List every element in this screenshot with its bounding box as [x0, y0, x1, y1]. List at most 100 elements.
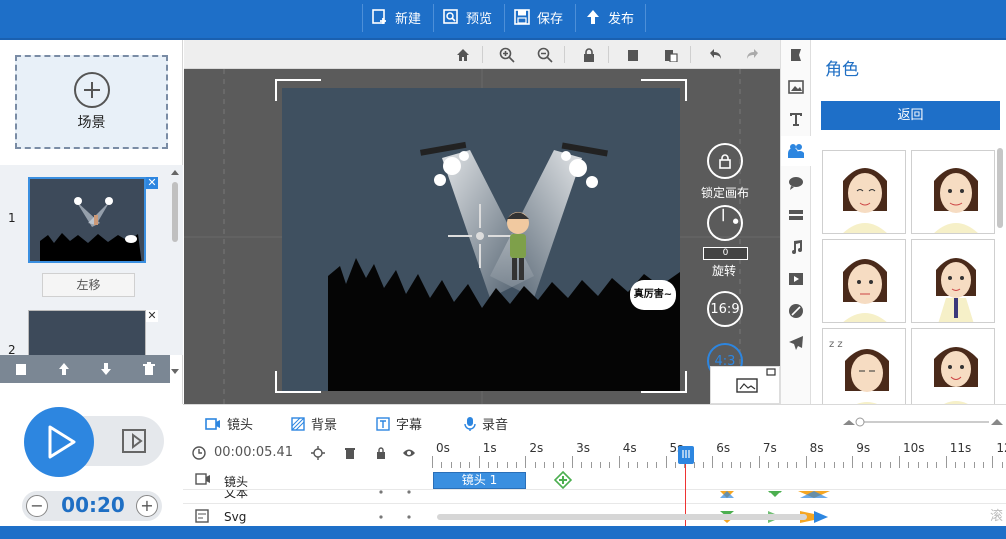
character-thumbnail [843, 259, 887, 322]
image-icon[interactable] [786, 77, 806, 97]
layers-icon[interactable] [786, 205, 806, 225]
zoom-in-icon[interactable] [498, 46, 516, 64]
eye-icon[interactable] [402, 446, 416, 460]
redo-icon[interactable] [744, 46, 762, 64]
add-scene-button[interactable]: 场景 [15, 55, 168, 149]
undo-icon[interactable] [706, 46, 724, 64]
tab-background[interactable]: 背景 [291, 414, 337, 433]
scene-stage[interactable] [282, 88, 680, 391]
character-panel-scrollbar[interactable] [996, 145, 1004, 400]
character-icon[interactable] [781, 136, 811, 166]
character-thumbnail [934, 168, 978, 233]
toolbar-separator [362, 4, 363, 32]
lock-icon[interactable] [580, 46, 598, 64]
scrollbar-thumb[interactable] [997, 148, 1003, 228]
track-dots [379, 490, 411, 519]
mini-preview[interactable] [710, 366, 780, 404]
text-icon[interactable] [786, 109, 806, 129]
ruler-tick [805, 456, 807, 468]
effects-icon[interactable] [786, 301, 806, 321]
move-left-button[interactable]: 左移 [42, 273, 135, 297]
scene-close-icon[interactable]: ✕ [146, 177, 158, 189]
character-card[interactable] [822, 239, 906, 323]
ruler-tick-label: 2s [529, 441, 544, 455]
move-down-icon[interactable] [99, 362, 113, 376]
selection-corner [275, 79, 321, 101]
ruler-tick-label: 7s [762, 441, 777, 455]
scene-thumbnail[interactable] [28, 310, 146, 355]
speech-bubble-icon[interactable] [786, 173, 806, 193]
locate-icon[interactable] [311, 446, 325, 460]
delete-icon[interactable] [142, 362, 156, 376]
character-card[interactable] [822, 150, 906, 234]
character-thumbnail [936, 258, 976, 322]
ruler-tick [945, 456, 947, 468]
timeline-zoom-slider[interactable] [843, 416, 1003, 427]
scene-list-scrollbar[interactable] [170, 168, 180, 378]
track-row[interactable]: 镜头 [183, 468, 1006, 490]
rotate-dial[interactable] [707, 205, 743, 241]
speech-bubble[interactable]: 真厉害~ [630, 280, 676, 310]
preview-toggle-button[interactable] [117, 424, 155, 458]
character-card[interactable]: z z [822, 328, 906, 412]
copy-icon[interactable] [624, 46, 642, 64]
play-icon [48, 425, 76, 459]
increase-duration-button[interactable]: + [136, 495, 158, 517]
rotate-label: 旋转 [712, 264, 737, 278]
music-icon[interactable] [786, 237, 806, 257]
move-up-icon[interactable] [57, 362, 71, 376]
tab-record[interactable]: 录音 [464, 414, 508, 433]
video-icon[interactable] [786, 269, 806, 289]
rotate-value-input[interactable]: 0 [703, 247, 748, 260]
svg-track-icon [195, 509, 209, 523]
new-file-icon [372, 9, 386, 24]
playhead-handle[interactable] [678, 446, 694, 464]
paste-icon[interactable] [662, 46, 680, 64]
preview-button[interactable]: 预览 [443, 0, 492, 34]
toolbar-separator [575, 4, 576, 32]
home-icon[interactable] [454, 46, 472, 64]
ratio-16-9-button[interactable]: 16:9 [707, 291, 743, 327]
character-card[interactable] [911, 239, 995, 323]
tab-camera[interactable]: 镜头 [205, 414, 253, 433]
zoom-out-icon[interactable] [536, 46, 554, 64]
scene-close-icon[interactable]: ✕ [146, 310, 158, 322]
character-thumbnail [843, 168, 887, 233]
shape-icon[interactable] [786, 45, 806, 65]
new-button[interactable]: 新建 [372, 0, 421, 34]
toolbar-separator [564, 46, 565, 63]
timeline-ruler[interactable]: 0s1s2s3s4s5s6s7s8s9s10s11s12s [432, 438, 1006, 468]
scene-thumbnail[interactable] [28, 177, 146, 263]
decrease-duration-button[interactable]: − [26, 495, 48, 517]
camera-clip[interactable]: 镜头 1 [433, 472, 526, 489]
canvas-area[interactable] [184, 69, 780, 404]
lock-icon[interactable] [374, 446, 388, 460]
scroll-down-icon [171, 369, 179, 374]
scrollbar-thumb[interactable] [172, 182, 178, 242]
timeline-horizontal-scrollbar[interactable] [437, 514, 807, 520]
character-card[interactable] [911, 328, 995, 412]
ruler-tick-label: 12s [996, 441, 1006, 455]
back-button[interactable]: 返回 [821, 101, 1000, 130]
add-keyframe-icon[interactable] [554, 471, 572, 489]
tab-subtitle[interactable]: 字幕 [376, 414, 422, 433]
toolbar-separator [504, 4, 505, 32]
save-button[interactable]: 保存 [514, 0, 563, 34]
character-thumbnail [934, 347, 978, 411]
copy-scene-icon[interactable] [14, 362, 28, 376]
character-card[interactable] [911, 150, 995, 234]
player-controls: − 00:20 + [0, 404, 183, 526]
track-row[interactable]: 文本 [183, 490, 1006, 504]
selection-corner [641, 79, 687, 101]
thumbnail-icon [736, 368, 776, 393]
background-icon [291, 416, 305, 431]
lock-canvas-button[interactable] [707, 143, 743, 179]
plane-icon[interactable] [786, 333, 806, 353]
trash-icon[interactable] [343, 446, 357, 460]
toolbar-separator [433, 4, 434, 32]
publish-button[interactable]: 发布 [585, 0, 634, 34]
toolbar-separator [690, 46, 691, 63]
canvas-toolbar [184, 40, 780, 69]
play-button[interactable] [24, 407, 94, 477]
ruler-tick-label: 9s [856, 441, 871, 455]
